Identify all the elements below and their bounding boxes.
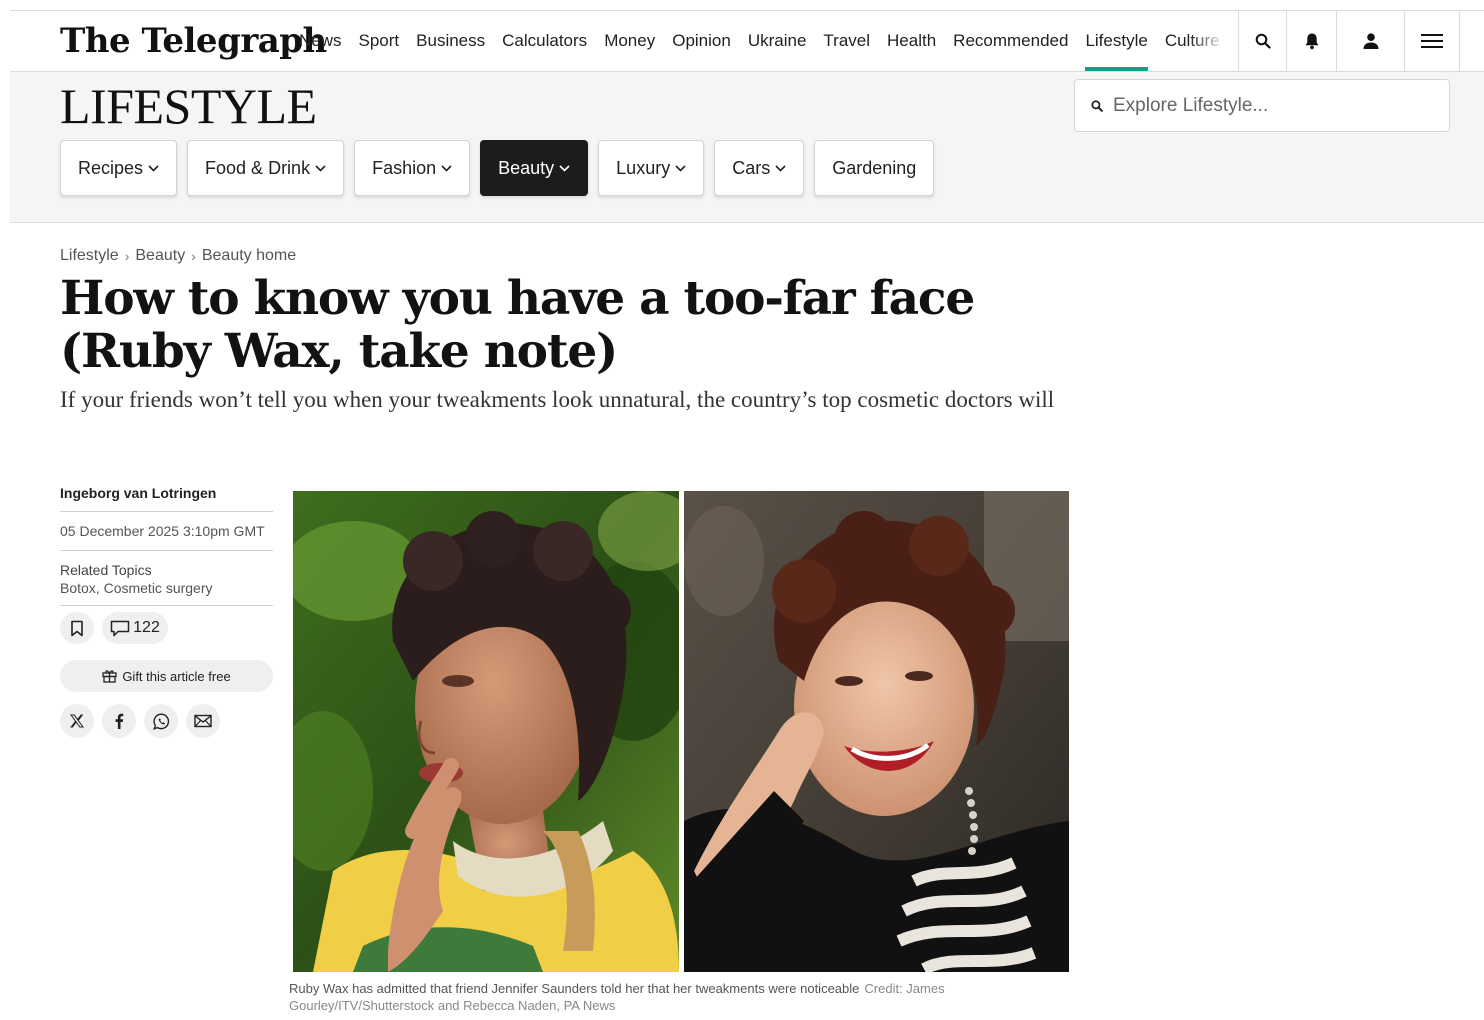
chevron-down-icon [441,164,452,172]
nav-fade [1190,11,1238,71]
related-topics: Related Topics Botox, Cosmetic surgery [60,551,273,606]
chevron-right-icon: › [191,248,196,264]
nav-recommended[interactable]: Recommended [953,11,1068,71]
bookmark-icon [71,620,83,636]
subnav-fashion[interactable]: Fashion [354,140,471,196]
menu-icon [1421,34,1443,48]
nav-calculators[interactable]: Calculators [502,11,587,71]
caption-text: Ruby Wax has admitted that friend Jennif… [289,981,860,996]
subnav-recipes[interactable]: Recipes [60,140,178,196]
chevron-down-icon [148,164,159,172]
chevron-down-icon [559,164,570,172]
gift-icon [102,670,117,683]
chevron-down-icon [775,164,786,172]
article-headline: How to know you have a too-far face (Rub… [60,271,975,379]
search-icon [1255,33,1271,49]
nav-health[interactable]: Health [887,11,936,71]
telegraph-logo[interactable]: The Telegraph [60,19,327,63]
site-header: The Telegraph News Sport Business Calcul… [10,10,1484,72]
publish-date: 05 December 2025 3:10pm GMT [60,512,273,551]
subnav-luxury[interactable]: Luxury [598,140,705,196]
comments-button[interactable]: 122 [102,612,168,644]
article-meta: Ingeborg van Lotringen 05 December 2025 … [60,485,273,738]
share-bar [60,704,273,738]
photo-caption: Ruby Wax has admitted that friend Jennif… [289,980,1009,1014]
user-icon [1363,33,1378,49]
nav-business[interactable]: Business [416,11,485,71]
email-icon [194,714,212,728]
breadcrumb-beauty-home[interactable]: Beauty home [202,247,296,265]
subnav-label: Luxury [616,157,671,178]
bookmark-button[interactable] [60,612,94,644]
comment-icon [110,620,130,636]
subnav-label: Cars [732,157,771,178]
author-name[interactable]: Ingeborg van Lotringen [60,485,273,512]
share-email-button[interactable] [186,704,220,738]
facebook-icon [115,713,124,729]
breadcrumb-beauty[interactable]: Beauty [135,247,185,265]
subnav-label: Beauty [498,157,555,178]
chevron-down-icon [315,164,326,172]
subnav-label: Food & Drink [205,157,311,178]
share-facebook-button[interactable] [102,704,136,738]
section-search-input[interactable] [1113,94,1433,117]
subnav-label: Gardening [832,157,917,178]
nav-news[interactable]: News [299,11,342,71]
subnav-cars[interactable]: Cars [714,140,805,196]
chevron-down-icon [675,164,686,172]
nav-money[interactable]: Money [604,11,655,71]
nav-lifestyle[interactable]: Lifestyle [1085,11,1149,71]
subnav-food-drink[interactable]: Food & Drink [187,140,345,196]
article-actions: 122 [60,612,273,644]
nav-sport[interactable]: Sport [359,11,400,71]
chevron-right-icon: › [124,248,130,264]
main-nav: News Sport Business Calculators Money Op… [299,11,1237,71]
nav-travel[interactable]: Travel [823,11,870,71]
notifications-button[interactable] [1286,11,1336,71]
menu-button[interactable] [1404,11,1460,71]
comment-count: 122 [133,619,160,636]
article-photo-right[interactable] [684,491,1069,972]
section-search[interactable] [1074,79,1450,132]
breadcrumb-lifestyle[interactable]: Lifestyle [60,247,119,265]
subnav-label: Recipes [78,157,144,178]
share-x-button[interactable] [60,704,94,738]
subnav-label: Fashion [372,157,437,178]
article-standfirst: If your friends won’t tell you when your… [60,387,1055,412]
gift-article-button[interactable]: Gift this article free [60,660,273,692]
article-photo-left[interactable] [293,491,679,972]
whatsapp-icon [152,712,169,730]
x-icon [70,714,84,728]
section-title[interactable]: LIFESTYLE [60,78,317,134]
section-subnav: Recipes Food & Drink Fashion Beauty Luxu… [60,140,944,196]
subnav-beauty[interactable]: Beauty [480,140,589,196]
related-topics-links[interactable]: Botox, Cosmetic surgery [60,579,273,597]
gift-label: Gift this article free [122,668,231,684]
related-topics-label: Related Topics [60,562,152,578]
search-icon [1091,99,1103,112]
search-button[interactable] [1238,11,1286,71]
nav-ukraine[interactable]: Ukraine [748,11,807,71]
share-whatsapp-button[interactable] [144,704,178,738]
breadcrumb: Lifestyle › Beauty › Beauty home [60,247,296,265]
nav-opinion[interactable]: Opinion [672,11,731,71]
bell-icon [1305,33,1318,50]
account-button[interactable] [1336,11,1404,71]
section-header: LIFESTYLE Recipes Food & Drink Fashion B… [10,72,1484,223]
subnav-gardening[interactable]: Gardening [814,140,935,196]
